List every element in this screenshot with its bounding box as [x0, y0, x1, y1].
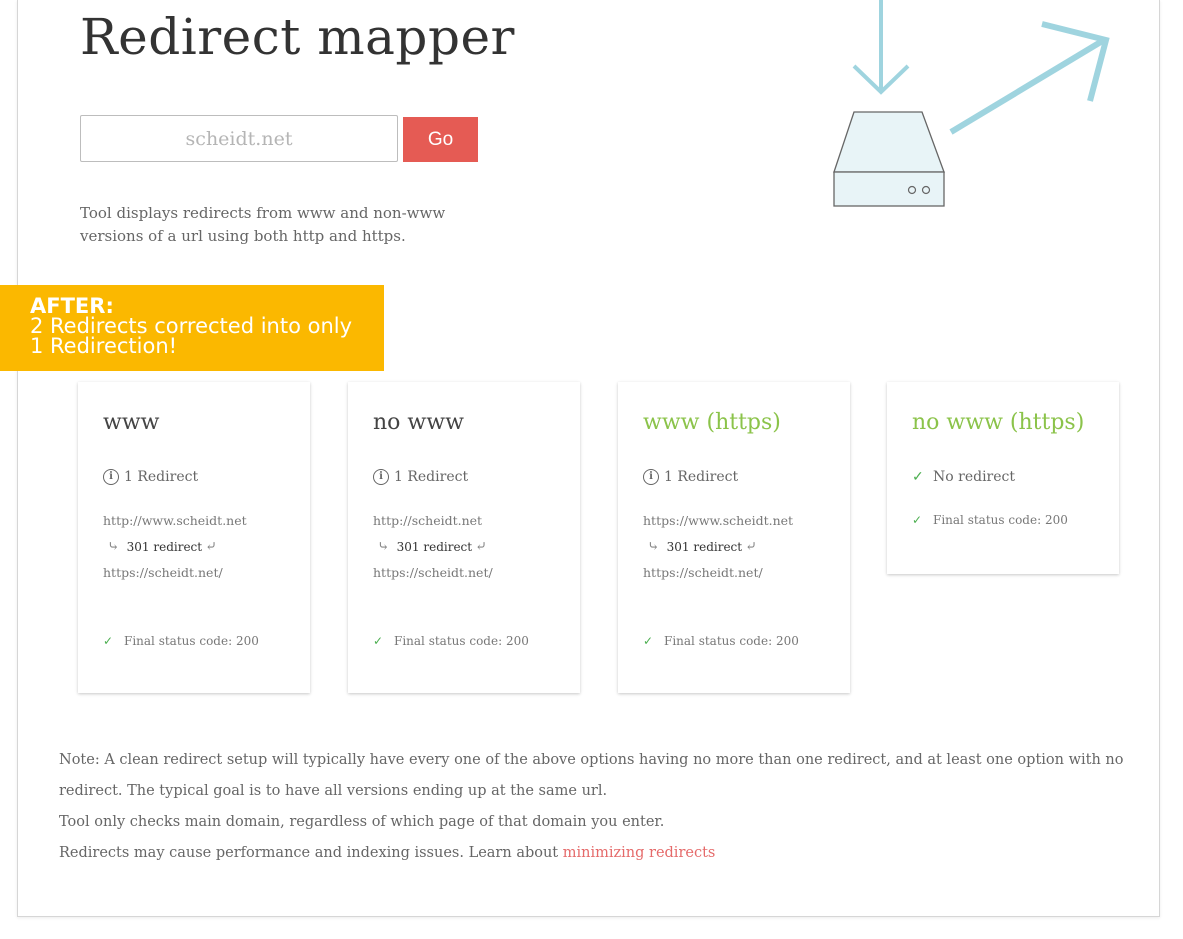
check-icon: ✓	[912, 469, 924, 485]
redirect-card-www: www i 1 Redirect http://www.scheidt.net …	[78, 382, 310, 693]
redirect-card-no-www: no www i 1 Redirect http://scheidt.net ⤷…	[348, 382, 580, 693]
banner-line-1: 2 Redirects corrected into only	[30, 314, 353, 338]
redirect-label: 301 redirect	[396, 540, 473, 554]
final-status: ✓ Final status code: 200	[912, 513, 1068, 527]
note-line-2: Tool only checks main domain, regardless…	[59, 814, 665, 830]
redirect-label: 301 redirect	[126, 540, 203, 554]
info-icon: i	[103, 469, 119, 485]
arrow-down-icon	[852, 0, 910, 95]
go-button[interactable]: Go	[403, 117, 478, 162]
card-status-text: 1 Redirect	[664, 469, 739, 485]
url-input[interactable]	[80, 115, 398, 162]
redirect-arrow-in-icon: ⤷	[103, 539, 124, 555]
after-banner: AFTER: 2 Redirects corrected into only 1…	[0, 285, 384, 371]
redirect-row: ⤷ 301 redirect ⤶	[643, 539, 757, 555]
card-title: no www	[373, 410, 464, 435]
banner-line-2: 1 Redirection!	[30, 334, 178, 358]
card-status: ✓ No redirect	[912, 469, 1015, 485]
final-status: ✓ Final status code: 200	[103, 634, 259, 648]
redirect-row: ⤷ 301 redirect ⤶	[373, 539, 487, 555]
redirect-label: 301 redirect	[666, 540, 743, 554]
to-url: https://scheidt.net/	[103, 565, 223, 580]
note-line-3: Redirects may cause performance and inde…	[59, 838, 1129, 869]
server-illustration-icon	[833, 0, 1110, 207]
arrow-diagonal-icon	[949, 21, 1110, 135]
redirect-card-www-https: www (https) i 1 Redirect https://www.sch…	[618, 382, 850, 693]
check-icon: ✓	[373, 634, 384, 648]
notes: Note: A clean redirect setup will typica…	[59, 745, 1129, 869]
card-status: i 1 Redirect	[373, 469, 468, 485]
server-box-icon	[833, 111, 945, 207]
redirect-arrow-out-icon: ⤶	[205, 539, 217, 555]
card-status: i 1 Redirect	[643, 469, 738, 485]
from-url: http://www.scheidt.net	[103, 513, 247, 528]
to-url: https://scheidt.net/	[643, 565, 763, 580]
info-icon: i	[643, 469, 659, 485]
final-status-text: Final status code: 200	[124, 634, 259, 648]
minimizing-redirects-link[interactable]: minimizing redirects	[563, 845, 716, 861]
final-status-text: Final status code: 200	[664, 634, 799, 648]
redirect-arrow-in-icon: ⤷	[373, 539, 394, 555]
final-status-text: Final status code: 200	[933, 513, 1068, 527]
card-status: i 1 Redirect	[103, 469, 198, 485]
check-icon: ✓	[103, 634, 114, 648]
check-icon: ✓	[912, 513, 923, 527]
final-status-text: Final status code: 200	[394, 634, 529, 648]
card-title: www (https)	[643, 410, 781, 435]
card-title: no www (https)	[912, 410, 1085, 435]
to-url: https://scheidt.net/	[373, 565, 493, 580]
note-line-1: Note: A clean redirect setup will typica…	[59, 752, 1124, 799]
note-line-3-text: Redirects may cause performance and inde…	[59, 845, 563, 861]
page-title: Redirect mapper	[80, 8, 515, 66]
card-status-text: No redirect	[933, 469, 1015, 485]
from-url: https://www.scheidt.net	[643, 513, 794, 528]
tool-description: Tool displays redirects from www and non…	[80, 204, 446, 245]
check-icon: ✓	[643, 634, 654, 648]
info-icon: i	[373, 469, 389, 485]
redirect-arrow-out-icon: ⤶	[475, 539, 487, 555]
from-url: http://scheidt.net	[373, 513, 483, 528]
card-status-text: 1 Redirect	[124, 469, 199, 485]
card-title: www	[103, 410, 160, 435]
banner-heading: AFTER:	[30, 294, 114, 318]
redirect-arrow-out-icon: ⤶	[745, 539, 757, 555]
redirect-row: ⤷ 301 redirect ⤶	[103, 539, 217, 555]
redirect-arrow-in-icon: ⤷	[643, 539, 664, 555]
redirect-card-no-www-https: no www (https) ✓ No redirect ✓ Final sta…	[887, 382, 1119, 574]
final-status: ✓ Final status code: 200	[373, 634, 529, 648]
card-status-text: 1 Redirect	[394, 469, 469, 485]
final-status: ✓ Final status code: 200	[643, 634, 799, 648]
